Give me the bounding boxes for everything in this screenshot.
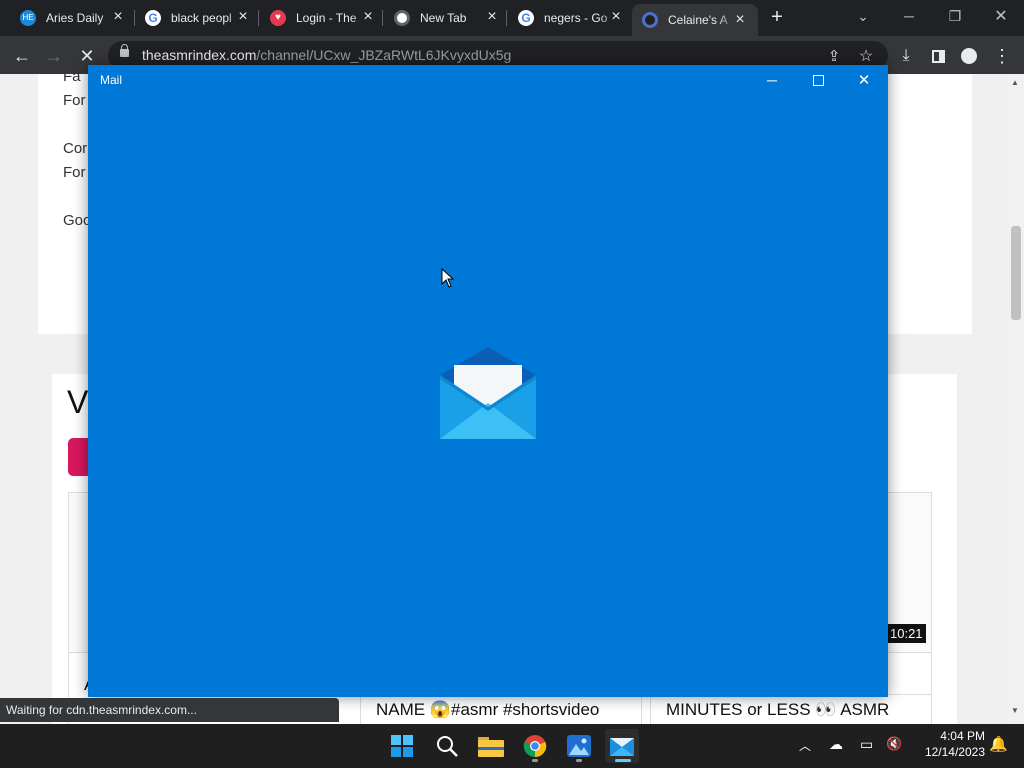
scroll-up-icon[interactable]: ▲ [1011, 78, 1019, 87]
back-icon[interactable]: ← [11, 45, 33, 67]
tab-separator [382, 10, 383, 26]
mail-minimize-icon[interactable]: ─ [749, 65, 795, 95]
active-indicator [615, 759, 631, 762]
notification-bell-icon[interactable]: 🔔 [989, 735, 1008, 753]
volume-muted-icon[interactable]: 🔇 [886, 736, 902, 752]
photos-icon[interactable] [562, 729, 596, 763]
close-tab-icon[interactable]: × [235, 9, 251, 25]
heart-favicon-icon: ♥ [270, 10, 286, 26]
tray-overflow-chevron-icon[interactable]: ︿ [799, 737, 811, 754]
search-icon[interactable] [430, 729, 464, 763]
tab-search-icon[interactable]: ⌄ [840, 0, 886, 32]
close-tab-icon[interactable]: × [608, 9, 624, 25]
start-icon[interactable] [385, 729, 419, 763]
scroll-down-icon[interactable]: ▼ [1011, 706, 1019, 715]
file-explorer-icon[interactable] [474, 729, 508, 763]
video-duration-badge: 10:21 [887, 624, 926, 643]
download-icon[interactable]: ⤓ [895, 45, 917, 67]
running-indicator [576, 759, 582, 762]
mail-window-title: Mail [100, 73, 123, 87]
youtube-button[interactable] [68, 438, 90, 476]
loading-spinner-icon [642, 12, 658, 28]
restore-icon[interactable]: ❐ [932, 0, 978, 32]
browser-tab-active[interactable]: Celaine's A × [632, 4, 758, 36]
clock-date[interactable]: 12/14/2023 [915, 745, 985, 759]
mouse-cursor-icon [441, 268, 455, 288]
new-tab-button[interactable]: + [766, 6, 788, 28]
google-favicon-icon: G [518, 10, 534, 26]
google-favicon-icon: G [145, 10, 161, 26]
mail-icon[interactable] [605, 729, 639, 763]
scrollbar-thumb[interactable] [1011, 226, 1021, 320]
share-icon[interactable]: ⇪ [823, 45, 845, 67]
bookmark-star-icon[interactable]: ☆ [855, 45, 877, 67]
section-heading: V [67, 384, 89, 420]
mail-close-icon[interactable]: ✕ [841, 65, 887, 95]
menu-kebab-icon[interactable]: ⋮ [991, 45, 1013, 67]
page-text: For [63, 164, 86, 181]
browser-tab[interactable]: HE Aries Daily × [20, 4, 124, 32]
browser-tab[interactable]: New Tab × [394, 4, 498, 32]
onedrive-icon[interactable]: ☁ [829, 736, 843, 753]
running-indicator [532, 759, 538, 762]
browser-tab[interactable]: G negers - Go × [518, 4, 622, 32]
chrome-icon[interactable] [518, 729, 552, 763]
page-text: Cor [63, 140, 88, 157]
video-title[interactable]: MINUTES or LESS 👀 ASMR [666, 700, 889, 720]
page-scrollbar[interactable] [1009, 74, 1024, 724]
close-window-icon[interactable]: ✕ [978, 0, 1024, 32]
page-text: For [63, 92, 86, 109]
close-tab-icon[interactable]: × [360, 9, 376, 25]
video-title[interactable]: NAME 😱#asmr #shortsvideo [376, 700, 599, 720]
page-text: Fa [63, 74, 81, 85]
minimize-icon[interactable]: ─ [886, 0, 932, 32]
tab-separator [134, 10, 135, 26]
mail-window[interactable]: Mail ─ ✕ [88, 65, 888, 697]
tab-separator [258, 10, 259, 26]
url-text[interactable]: theasmrindex.com/channel/UCxw_JBZaRWtL6J… [142, 47, 511, 63]
forward-icon[interactable]: → [43, 45, 65, 67]
network-icon[interactable]: ▭ [860, 736, 873, 753]
clock-time[interactable]: 4:04 PM [925, 729, 985, 743]
profile-icon[interactable] [958, 45, 980, 67]
close-tab-icon[interactable]: × [484, 9, 500, 25]
lock-icon[interactable] [120, 49, 129, 57]
status-bubble: Waiting for cdn.theasmrindex.com... [0, 698, 339, 722]
aries-daily-favicon-icon: HE [20, 10, 36, 26]
close-tab-icon[interactable]: × [110, 9, 126, 25]
browser-tab[interactable]: G black peopl × [145, 4, 249, 32]
mail-maximize-icon[interactable] [795, 65, 841, 95]
side-panel-icon[interactable] [927, 45, 949, 67]
browser-tab[interactable]: ♥ Login - The × [270, 4, 374, 32]
close-tab-icon[interactable]: × [732, 12, 748, 28]
lock-shackle-icon [121, 44, 128, 50]
mail-envelope-icon [440, 347, 536, 439]
stop-loading-icon[interactable]: ✕ [76, 45, 98, 67]
chrome-favicon-icon [394, 10, 410, 26]
tab-separator [506, 10, 507, 26]
